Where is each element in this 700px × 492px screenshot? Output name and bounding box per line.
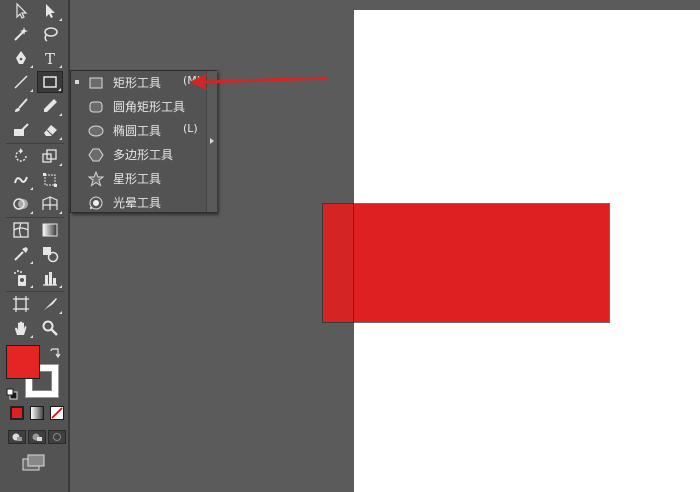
blob-brush-tool[interactable] xyxy=(8,119,34,141)
blob-brush-icon xyxy=(14,123,29,136)
flare-icon xyxy=(89,196,103,210)
flyout-item-rounded-rectangle[interactable]: 圆角矩形工具 xyxy=(71,95,207,119)
column-graph-tool[interactable] xyxy=(37,267,63,289)
free-transform-icon xyxy=(43,173,57,187)
flyout-item-star[interactable]: 星形工具 xyxy=(71,167,207,191)
flyout-item-flare[interactable]: 光晕工具 xyxy=(71,191,207,215)
toolbar-divider xyxy=(6,143,64,144)
gradient-mode-button[interactable] xyxy=(30,406,44,420)
eyedropper-icon xyxy=(14,247,28,261)
line-icon xyxy=(14,75,28,89)
hand-tool[interactable] xyxy=(8,317,34,339)
selection-tool[interactable] xyxy=(8,0,34,22)
color-mode-button[interactable] xyxy=(10,406,24,420)
star-icon xyxy=(88,171,104,187)
flyout-item-label: 星形工具 xyxy=(113,172,162,186)
line-segment-tool[interactable] xyxy=(8,71,34,93)
draw-behind-button[interactable] xyxy=(28,430,46,444)
perspective-grid-icon xyxy=(42,196,58,210)
lasso-icon xyxy=(44,27,58,42)
tools-panel: T xyxy=(0,0,70,492)
flyout-item-ellipse[interactable]: 椭圆工具 (L) xyxy=(71,119,207,143)
type-tool[interactable]: T xyxy=(37,47,63,69)
column-graph-icon xyxy=(43,272,57,286)
svg-text:T: T xyxy=(45,50,55,67)
ellipse-icon xyxy=(88,125,104,137)
pen-icon xyxy=(16,51,26,64)
gradient-tool[interactable] xyxy=(37,219,63,241)
selection-arrow-icon xyxy=(16,2,28,19)
default-colors-icon[interactable] xyxy=(6,385,18,400)
swap-colors-icon[interactable] xyxy=(49,344,61,359)
blend-tool[interactable] xyxy=(37,243,63,265)
rotate-tool[interactable] xyxy=(8,145,34,167)
none-mode-button[interactable] xyxy=(50,406,64,420)
mesh-tool[interactable] xyxy=(8,219,34,241)
rectangle-icon xyxy=(43,76,57,88)
flyout-item-label: 多边形工具 xyxy=(113,148,174,162)
red-rectangle-offboard-part[interactable] xyxy=(322,203,354,323)
zoom-icon xyxy=(42,320,58,336)
symbol-sprayer-icon xyxy=(14,270,26,286)
selected-bullet-icon xyxy=(75,80,79,84)
magic-wand-tool[interactable] xyxy=(8,23,34,45)
pen-tool[interactable] xyxy=(8,47,34,69)
perspective-grid-tool[interactable] xyxy=(37,193,63,215)
symbol-sprayer-tool[interactable] xyxy=(8,267,34,289)
blend-icon xyxy=(43,247,59,263)
polygon-icon xyxy=(88,148,104,162)
paintbrush-icon xyxy=(15,98,28,112)
draw-normal-button[interactable] xyxy=(8,430,26,444)
artboard-tool[interactable] xyxy=(8,293,34,315)
rotate-icon xyxy=(15,148,27,162)
rectangle-icon xyxy=(89,77,103,89)
draw-inside-button[interactable] xyxy=(48,430,66,444)
shape-builder-tool[interactable] xyxy=(8,193,34,215)
mesh-icon xyxy=(13,222,29,238)
direct-selection-icon xyxy=(46,4,55,18)
fill-color-swatch[interactable] xyxy=(6,345,40,379)
paintbrush-tool[interactable] xyxy=(8,95,34,117)
flyout-item-shortcut: (L) xyxy=(183,122,198,135)
scale-icon xyxy=(42,149,57,163)
toolbar-divider xyxy=(6,291,64,292)
gradient-icon xyxy=(42,223,58,237)
slice-tool[interactable] xyxy=(37,293,63,315)
direct-selection-tool[interactable] xyxy=(37,0,63,22)
pencil-tool[interactable] xyxy=(37,95,63,117)
flyout-item-label: 圆角矩形工具 xyxy=(113,100,186,114)
warp-icon xyxy=(14,176,28,184)
rounded-rectangle-icon xyxy=(89,101,103,113)
zoom-tool[interactable] xyxy=(37,317,63,339)
magic-wand-icon xyxy=(14,27,28,41)
screen-mode-icon[interactable] xyxy=(22,454,46,472)
lasso-tool[interactable] xyxy=(37,23,63,45)
toolbar-divider xyxy=(6,217,64,218)
flyout-item-polygon[interactable]: 多边形工具 xyxy=(71,143,207,167)
type-icon: T xyxy=(45,50,55,67)
red-rectangle-shape[interactable] xyxy=(354,203,610,323)
flyout-item-label: 椭圆工具 xyxy=(113,124,162,138)
shape-builder-icon xyxy=(13,198,28,210)
artboard-icon xyxy=(13,296,29,312)
warp-tool[interactable] xyxy=(8,169,34,191)
flyout-item-label: 矩形工具 xyxy=(113,76,162,90)
flyout-item-label: 光晕工具 xyxy=(113,196,162,210)
tearoff-arrow-icon xyxy=(210,138,214,144)
scale-tool[interactable] xyxy=(37,145,63,167)
eyedropper-tool[interactable] xyxy=(8,243,34,265)
pencil-icon xyxy=(44,99,57,112)
free-transform-tool[interactable] xyxy=(37,169,63,191)
slice-icon xyxy=(44,298,57,310)
eraser-icon xyxy=(44,125,57,136)
hand-icon xyxy=(15,321,27,335)
annotation-arrow xyxy=(189,74,328,90)
eraser-tool[interactable] xyxy=(37,119,63,141)
rectangle-tool[interactable] xyxy=(37,71,63,93)
